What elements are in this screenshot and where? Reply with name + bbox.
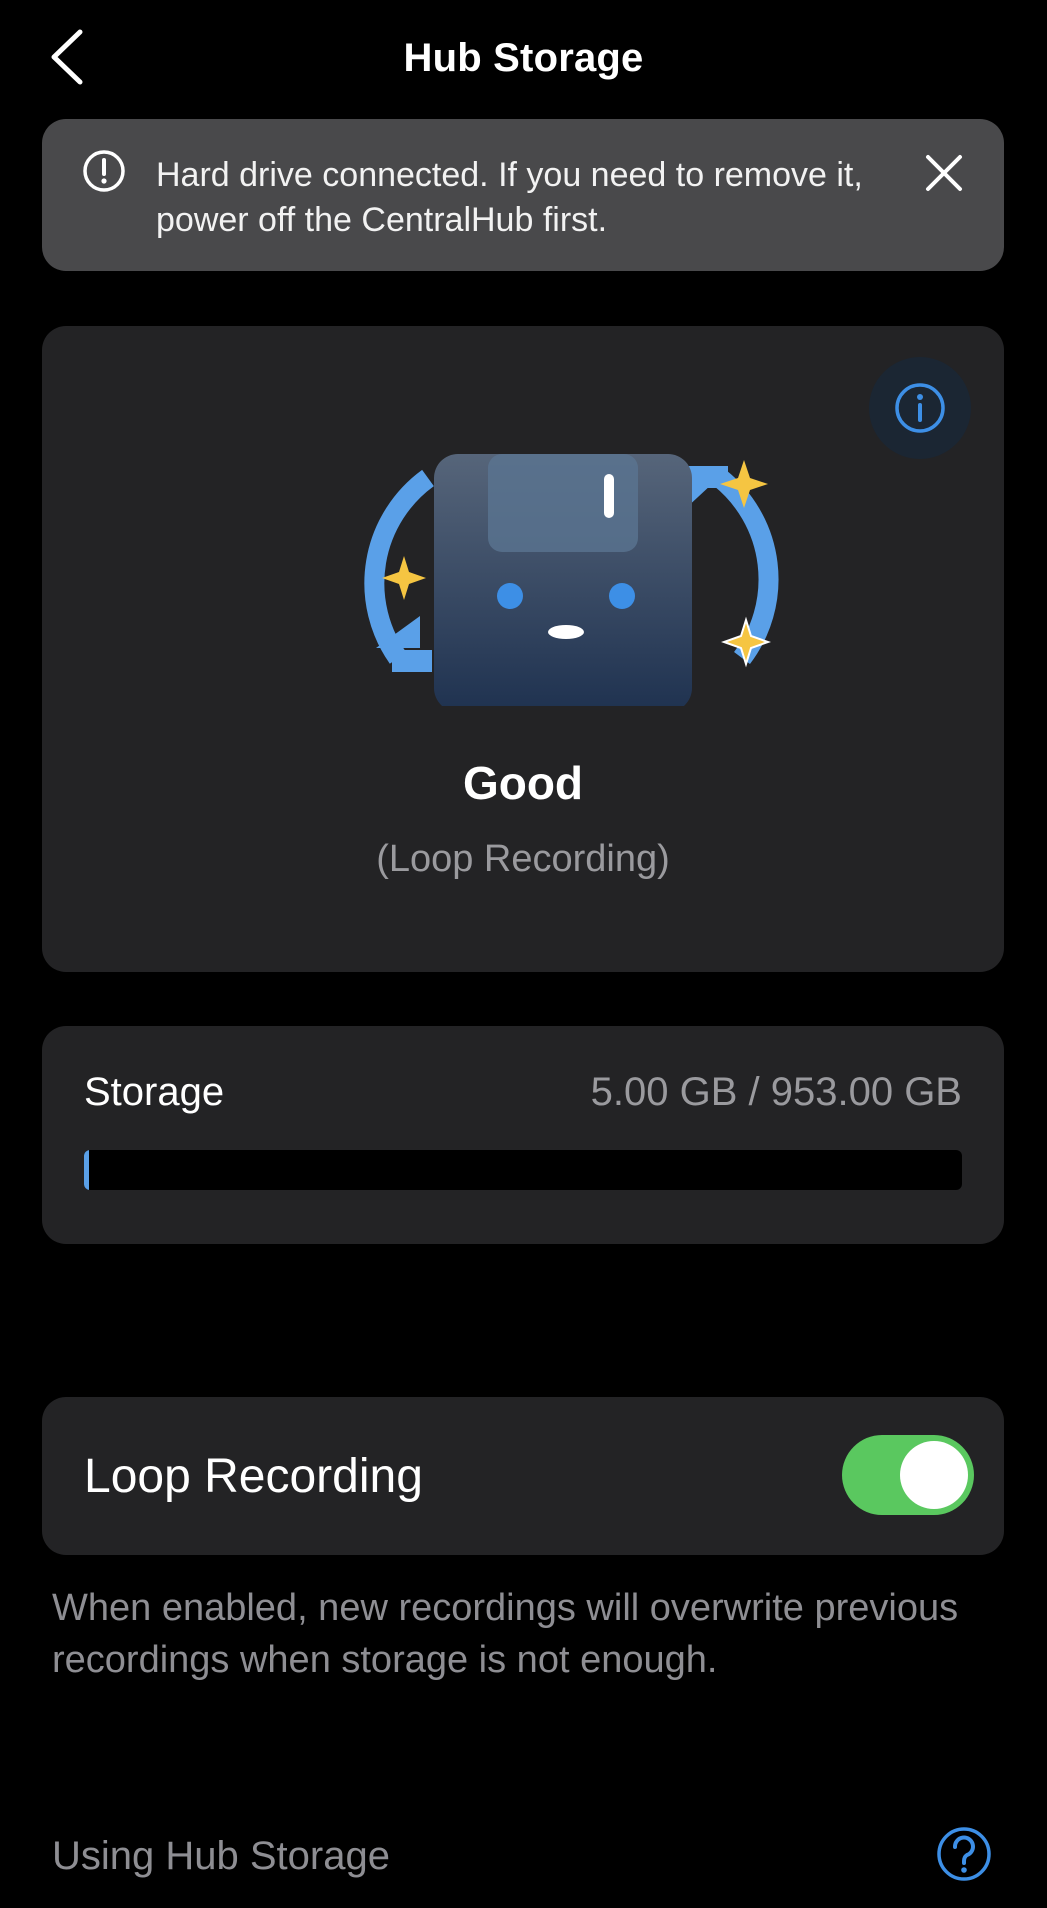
help-link-label: Using Hub Storage bbox=[52, 1834, 390, 1878]
drive-connected-banner: Hard drive connected. If you need to rem… bbox=[42, 119, 1004, 271]
banner-close-button[interactable] bbox=[922, 151, 966, 195]
storage-progress-fill bbox=[84, 1150, 89, 1190]
storage-status-card: Good (Loop Recording) bbox=[42, 326, 1004, 972]
info-icon bbox=[895, 383, 945, 433]
status-label: Good bbox=[462, 757, 584, 809]
storage-label: Storage bbox=[84, 1070, 225, 1114]
storage-progress-bar bbox=[84, 1150, 962, 1190]
loop-recording-card: Loop Recording bbox=[42, 1397, 1004, 1555]
using-hub-storage-link[interactable]: Using Hub Storage bbox=[52, 1826, 992, 1886]
page-title: Hub Storage bbox=[403, 36, 644, 80]
loop-recording-description: When enabled, new recordings will overwr… bbox=[52, 1587, 959, 1681]
hub-storage-screen: Hub Storage Hard drive connected. If you… bbox=[0, 0, 1047, 1908]
banner-message: Hard drive connected. If you need to rem… bbox=[156, 156, 863, 239]
loop-recording-toggle[interactable] bbox=[842, 1435, 974, 1515]
storage-usage-card: Storage 5.00 GB / 953.00 GB bbox=[42, 1026, 1004, 1244]
close-icon bbox=[926, 155, 962, 191]
toggle-knob bbox=[900, 1441, 968, 1509]
info-button[interactable] bbox=[869, 357, 971, 459]
question-circle-icon[interactable] bbox=[936, 1826, 992, 1882]
hard-drive-loop-illustration bbox=[364, 454, 779, 706]
loop-recording-label: Loop Recording bbox=[84, 1450, 423, 1503]
storage-usage-value: 5.00 GB / 953.00 GB bbox=[590, 1070, 962, 1114]
status-sublabel: (Loop Recording) bbox=[376, 838, 670, 880]
header-bar: Hub Storage bbox=[0, 0, 1047, 118]
exclamation-circle-icon bbox=[83, 150, 125, 192]
